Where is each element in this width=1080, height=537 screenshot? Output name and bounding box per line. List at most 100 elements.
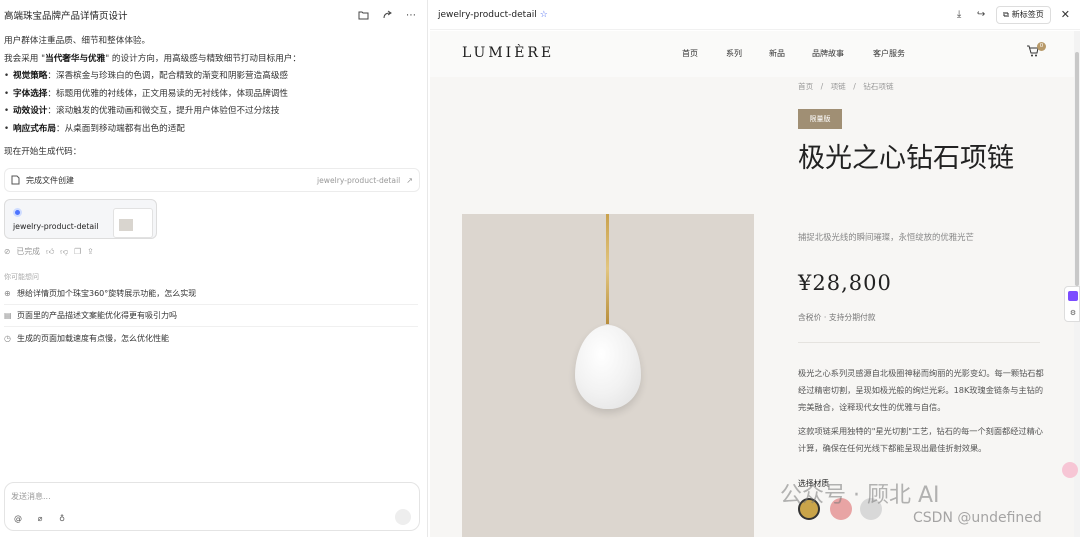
site-nav: LUMIÈRE 首页 系列 新品 品牌故事 客户服务 0 [430, 31, 1074, 77]
list-item: 视觉策略：深香槟金与珍珠白的色调，配合精致的渐变和阴影营造高级感 [4, 68, 418, 86]
translate-icon[interactable] [1068, 291, 1078, 301]
list-item-value: ：从桌面到移动端都有出色的适配 [55, 123, 185, 134]
nav-item-new[interactable]: 新品 [769, 48, 785, 59]
chat-panel: 高端珠宝品牌产品详情页设计 ⋯ 用户群体注重品质、细节和整体体验。 我会采用 "… [0, 0, 428, 537]
text: 我会采用 " [4, 53, 46, 64]
suggestion-text: 想给详情页加个珠宝360°旋转展示功能，怎么实现 [17, 289, 197, 298]
check-circle-icon: ⊘ [4, 247, 11, 256]
breadcrumb: 首页 / 项链 / 钻石项链 [798, 81, 899, 92]
file-icon [11, 175, 20, 185]
list-item: 字体选择：标题用优雅的衬线体，正文用易读的无衬线体，体现品牌调性 [4, 86, 418, 104]
nav-item-home[interactable]: 首页 [682, 48, 698, 59]
message-paragraph: 用户群体注重品质、细节和整体体验。 [4, 36, 151, 46]
bold-text: 当代奢华与优雅 [45, 53, 106, 64]
nav-item-series[interactable]: 系列 [726, 48, 742, 59]
product-subtitle: 捕捉北极光线的瞬间璀璨，永恒绽放的优雅光芒 [798, 232, 974, 242]
nav-item-brand-story[interactable]: 品牌故事 [812, 48, 844, 59]
preview-card[interactable]: jewelry-product-detail [4, 199, 157, 239]
breadcrumb-item[interactable]: 首页 [798, 82, 813, 91]
assistant-float-button[interactable] [1062, 462, 1078, 478]
text: " 的设计方向，用高级感与精致细节打动目标用户： [105, 53, 301, 64]
new-tab-label: 新标签页 [1011, 10, 1044, 19]
file-card-path: jewelry-product-detail [317, 175, 401, 185]
file-card-label: 完成文件创建 [26, 175, 74, 185]
suggestion-item[interactable]: ◷ 生成的页面加载速度有点慢，怎么优化性能 [4, 327, 418, 349]
file-created-card[interactable]: 完成文件创建 jewelry-product-detail ↗ [4, 168, 420, 192]
star-icon[interactable]: ☆ [540, 10, 548, 20]
limited-badge: 限量版 [798, 109, 842, 129]
globe-icon [13, 208, 22, 217]
share-icon[interactable]: ↪ [974, 9, 988, 20]
breadcrumb-item: 钻石项链 [863, 82, 894, 91]
watermark-wechat: 公众号 · 顾北 AI [780, 483, 940, 508]
suggestion-text: 页面里的产品描述文案能优化得更有吸引力吗 [17, 311, 177, 320]
list-item-key: 视觉策略 [13, 71, 48, 81]
share-icon[interactable]: ⇪ [87, 247, 94, 256]
external-link-icon[interactable]: ↗ [406, 176, 413, 185]
tools-icon[interactable]: ⚙ [1068, 308, 1078, 318]
new-tab-button[interactable]: ⧉ 新标签页 [996, 5, 1051, 24]
divider [798, 342, 1040, 343]
product-description: 极光之心系列灵感源自北极圈神秘而绚丽的光影变幻。每一颗钻石都经过精密切割，呈现如… [798, 368, 1044, 412]
clock-icon: ◷ [4, 333, 11, 343]
close-icon[interactable]: ✕ [1061, 8, 1070, 21]
breadcrumb-separator: / [820, 82, 824, 91]
chat-title: 高端珠宝品牌产品详情页设计 [4, 11, 128, 22]
copy-icon[interactable]: ❐ [74, 247, 81, 256]
scrollbar-thumb[interactable] [1075, 52, 1079, 286]
message-paragraph: 我会采用 "当代奢华与优雅" 的设计方向，用高级感与精致细节打动目标用户： [4, 51, 418, 69]
nav-item-customer-service[interactable]: 客户服务 [873, 48, 905, 59]
list-item: 动效设计：滚动触发的优雅动画和微交互，提升用户体验但不过分炫技 [4, 103, 418, 121]
open-external-icon: ⧉ [1003, 9, 1009, 19]
breadcrumb-separator: / [853, 82, 856, 91]
lightbulb-icon[interactable]: ♁ [55, 511, 69, 525]
product-price: ¥28,800 [798, 271, 892, 295]
necklace-chain [606, 214, 609, 324]
download-icon[interactable]: ⤓ [952, 9, 966, 20]
suggestion-item[interactable]: ⊕ 想给详情页加个珠宝360°旋转展示功能，怎么实现 [4, 283, 418, 305]
list-item: 响应式布局：从桌面到移动端都有出色的适配 [4, 121, 418, 139]
preview-panel: jewelry-product-detail ☆ ⤓ ↪ ⧉ 新标签页 ✕ LUMI… [430, 0, 1080, 537]
preview-tab-title: jewelry-product-detail ☆ [438, 10, 944, 20]
list-item-key: 字体选择 [13, 88, 48, 99]
suggestion-item[interactable]: ▤ 页面里的产品描述文案能优化得更有吸引力吗 [4, 305, 418, 327]
list-item-key: 动效设计 [13, 106, 48, 116]
message-actions: ⊘ 已完成 👍︎ 👎︎ ❐ ⇪ [4, 246, 100, 257]
product-title: 极光之心钻石项链 [798, 143, 1014, 174]
message-paragraph: 现在开始生成代码： [4, 147, 82, 157]
preview-header: jewelry-product-detail ☆ ⤓ ↪ ⧉ 新标签页 ✕ [430, 0, 1080, 30]
list-item-value: ：滚动触发的优雅动画和微交互，提升用户体验但不过分炫技 [47, 106, 280, 116]
message-input-box[interactable]: 发送消息... @ ⌀ ♁ [4, 482, 420, 531]
brand-logo[interactable]: LUMIÈRE [462, 45, 554, 61]
suggestion-text: 生成的页面加载速度有点慢，怎么优化性能 [17, 333, 169, 343]
attach-icon[interactable]: ⌀ [33, 511, 47, 525]
watermark-csdn: CSDN @undefined [913, 510, 1042, 526]
preview-thumbnail [113, 208, 153, 238]
side-toolbar[interactable]: ⚙ [1064, 286, 1080, 322]
suggestions-label: 你可能想问 [4, 273, 39, 281]
tax-note: 含税价 · 支持分期付款 [798, 313, 876, 322]
globe-icon: ⊕ [4, 289, 11, 298]
assistant-message: 用户群体注重品质、细节和整体体验。 我会采用 "当代奢华与优雅" 的设计方向，用… [4, 33, 418, 162]
preview-card-name: jewelry-product-detail [13, 222, 99, 231]
send-button[interactable] [395, 509, 411, 525]
share-icon[interactable] [380, 8, 394, 22]
folder-icon[interactable] [356, 8, 370, 22]
message-input[interactable]: 发送消息... [11, 491, 51, 502]
at-icon[interactable]: @ [11, 511, 25, 525]
product-page: LUMIÈRE 首页 系列 新品 品牌故事 客户服务 0 首页 / 项链 / 钻… [430, 31, 1074, 537]
list-item-key: 响应式布局 [13, 123, 56, 134]
product-description: 这款项链采用独特的"星光切割"工艺，钻石的每一个刻面都经过精心计算，确保在任何光… [798, 426, 1043, 453]
status-done: 已完成 [16, 247, 40, 256]
cart-count-badge: 0 [1037, 42, 1046, 51]
tab-title-text: jewelry-product-detail [438, 9, 537, 20]
breadcrumb-item[interactable]: 项链 [831, 82, 846, 91]
more-icon[interactable]: ⋯ [404, 8, 418, 22]
list-item-value: ：标题用优雅的衬线体，正文用易读的无衬线体，体现品牌调性 [47, 88, 289, 99]
document-icon: ▤ [4, 311, 12, 320]
strategy-list: 视觉策略：深香槟金与珍珠白的色调，配合精致的渐变和阴影营造高级感 字体选择：标题… [4, 68, 418, 138]
thumbs-up-icon[interactable]: 👍︎ [46, 247, 54, 257]
chat-header: 高端珠宝品牌产品详情页设计 ⋯ [0, 0, 428, 30]
list-item-value: ：深香槟金与珍珠白的色调，配合精致的渐变和阴影营造高级感 [47, 71, 289, 81]
thumbs-down-icon[interactable]: 👎︎ [60, 247, 68, 257]
